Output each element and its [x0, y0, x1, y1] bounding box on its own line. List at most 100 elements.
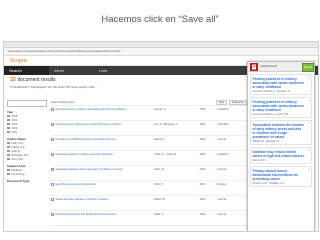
filter-item[interactable]: Psychology [7, 172, 47, 176]
refine-search-input[interactable] [7, 100, 47, 107]
filter-item[interactable]: Grey, M.H. [7, 157, 47, 161]
panel-item-title[interactable]: Primary school based behavioural interve… [253, 169, 310, 181]
checkbox[interactable] [7, 157, 10, 161]
result-authors: Ortiz, P. [154, 183, 164, 186]
result-source[interactable]: Child Dev. [217, 123, 247, 135]
sort-date-button[interactable]: Date [215, 100, 228, 105]
table-row: Association between stress and early con… [51, 166, 247, 181]
result-year: 2014 [199, 123, 206, 126]
checkbox[interactable] [7, 114, 10, 118]
panel-item[interactable]: Primary school based behavioural interve… [250, 166, 312, 187]
result-year: 2013 [199, 183, 206, 186]
result-year: 2013 [199, 198, 206, 201]
remove-icon[interactable]: × [308, 167, 310, 171]
tab-search[interactable]: Search [4, 66, 49, 75]
result-year: 2013 [199, 168, 206, 171]
remove-icon[interactable]: × [308, 148, 310, 152]
checkbox[interactable] [7, 118, 10, 122]
row-checkbox[interactable] [51, 198, 54, 201]
result-source[interactable]: Journal [217, 198, 247, 210]
filter-sidebar: Year 2015 2014 2013 2012 2011 Author Nam… [7, 100, 47, 229]
result-year: 2014 [199, 153, 206, 156]
result-authors: Patel, S. [154, 213, 165, 216]
table-row: Prevalence of childhood poverty and adul… [51, 136, 247, 151]
panel-item-meta: Mattila, M., Rautava, P. [252, 139, 280, 143]
row-checkbox[interactable] [51, 108, 54, 111]
panel-item-title[interactable]: Nutrition may reduce dental caries in hi… [253, 150, 310, 158]
slide-caption: Hacemos click en “Save all” [101, 14, 219, 25]
panel-item-title[interactable]: Feeding practices in infancy associated … [253, 100, 310, 112]
pdf-icon [250, 62, 258, 71]
table-row: Parenting practices in infancy and early… [51, 151, 247, 166]
result-title[interactable]: Stress and early disease in children: a … [56, 198, 155, 210]
result-title[interactable]: Association between stress and early con… [56, 168, 155, 180]
panel-item-title[interactable]: Association between the number of early … [253, 123, 310, 139]
result-source[interactable]: Journal [217, 168, 247, 180]
row-checkbox[interactable] [51, 213, 54, 216]
result-authors: Harris, K. [154, 138, 166, 141]
result-title[interactable]: Parenting practices in infancy and early… [56, 153, 155, 165]
table-row: Stress and early disease in children: a … [51, 196, 247, 211]
result-year: 2014 [199, 138, 206, 141]
result-source[interactable]: Pediatrics [217, 153, 247, 165]
filter-doctype: Document Type [7, 179, 47, 183]
table-row: Dual-processing pathways for parenting s… [51, 121, 247, 136]
panel-item-meta: Cooper, A.M., O'Malley, L.A. [252, 181, 285, 185]
result-authors: Gomez, C. [154, 108, 167, 111]
checkbox[interactable] [7, 122, 10, 126]
panel-item[interactable]: Feeding practices in infancy associated … [250, 97, 312, 118]
checkbox[interactable] [7, 172, 10, 176]
address-bar[interactable]: www.scopus.com/results/results.uri?sort=… [4, 48, 318, 56]
result-source[interactable]: Review [217, 183, 247, 195]
checkbox[interactable] [7, 168, 10, 172]
row-checkbox[interactable] [51, 153, 54, 156]
result-title[interactable]: Parenting behaviours and family-based in… [56, 213, 155, 225]
row-checkbox[interactable] [51, 183, 54, 186]
checkbox[interactable] [7, 126, 10, 130]
panel-item-title[interactable]: Feeding practices in infancy associated … [253, 77, 310, 89]
panel-item[interactable]: Nutrition may reduce dental caries in hi… [250, 147, 312, 164]
remove-icon[interactable]: × [308, 121, 310, 125]
results-label: document results [17, 76, 56, 83]
checkbox[interactable] [7, 141, 10, 145]
result-title[interactable]: Dual-processing pathways for parenting s… [56, 123, 155, 135]
checkbox[interactable] [7, 130, 10, 134]
filter-item[interactable]: 2011 [7, 130, 47, 134]
checkbox[interactable] [7, 149, 10, 153]
panel-item[interactable]: Feeding practices in infancy associated … [250, 74, 312, 95]
result-source[interactable]: Journal [217, 138, 247, 150]
row-checkbox[interactable] [51, 123, 54, 126]
result-title[interactable]: Perceived stress in infancy associated w… [56, 108, 155, 120]
row-checkbox[interactable] [51, 168, 54, 171]
checkbox[interactable] [7, 153, 10, 157]
table-row: Parenting behaviours and family-based in… [51, 211, 247, 226]
panel-item-meta: Grummer-Strawn, L., Fein, S.B. [252, 112, 289, 116]
save-all-button[interactable]: Save all [302, 62, 314, 72]
panel-item[interactable]: Association between the number of early … [250, 120, 312, 145]
result-source[interactable]: Journal [217, 213, 247, 225]
row-checkbox[interactable] [51, 138, 54, 141]
filter-author: Author Name Duffy, D.A. Fatima, F.A. Rei… [7, 137, 47, 161]
panel-item-meta: Seow, W.K. [252, 158, 266, 162]
result-source[interactable]: Pediatrics [217, 108, 247, 120]
results-count: 33 [10, 76, 16, 83]
scopus-logo[interactable]: Scopus [10, 58, 27, 64]
panel-item-meta: Grummer-Strawn, L., Scanlon, K. [252, 89, 291, 93]
search-within-label[interactable]: Search within results... [51, 101, 76, 104]
filter-year: Year 2015 2014 2013 2012 2011 [7, 110, 47, 134]
result-year: 2015 [199, 108, 206, 111]
result-authors: Wood, M. [154, 198, 166, 201]
sort-relevance-button[interactable]: Relevance [229, 100, 247, 105]
tab-alerts[interactable]: Alerts [49, 66, 94, 75]
remove-icon[interactable]: × [308, 98, 310, 102]
zotero-save-panel: 2 articles found × Save all Feeding prac… [247, 61, 315, 231]
filter-title: Document Type [7, 179, 30, 183]
result-title[interactable]: Prevalence of childhood poverty and adul… [56, 138, 155, 150]
table-row: Early life outcomes of interventions Orti… [51, 181, 247, 196]
remove-icon[interactable]: × [308, 75, 310, 79]
result-title[interactable]: Early life outcomes of interventions [56, 183, 155, 195]
filter-subject: Subject Area Medicine Psychology [7, 164, 47, 176]
result-year: 2012 [199, 213, 206, 216]
checkbox[interactable] [7, 145, 10, 149]
tab-lists[interactable]: Lists [94, 66, 139, 75]
